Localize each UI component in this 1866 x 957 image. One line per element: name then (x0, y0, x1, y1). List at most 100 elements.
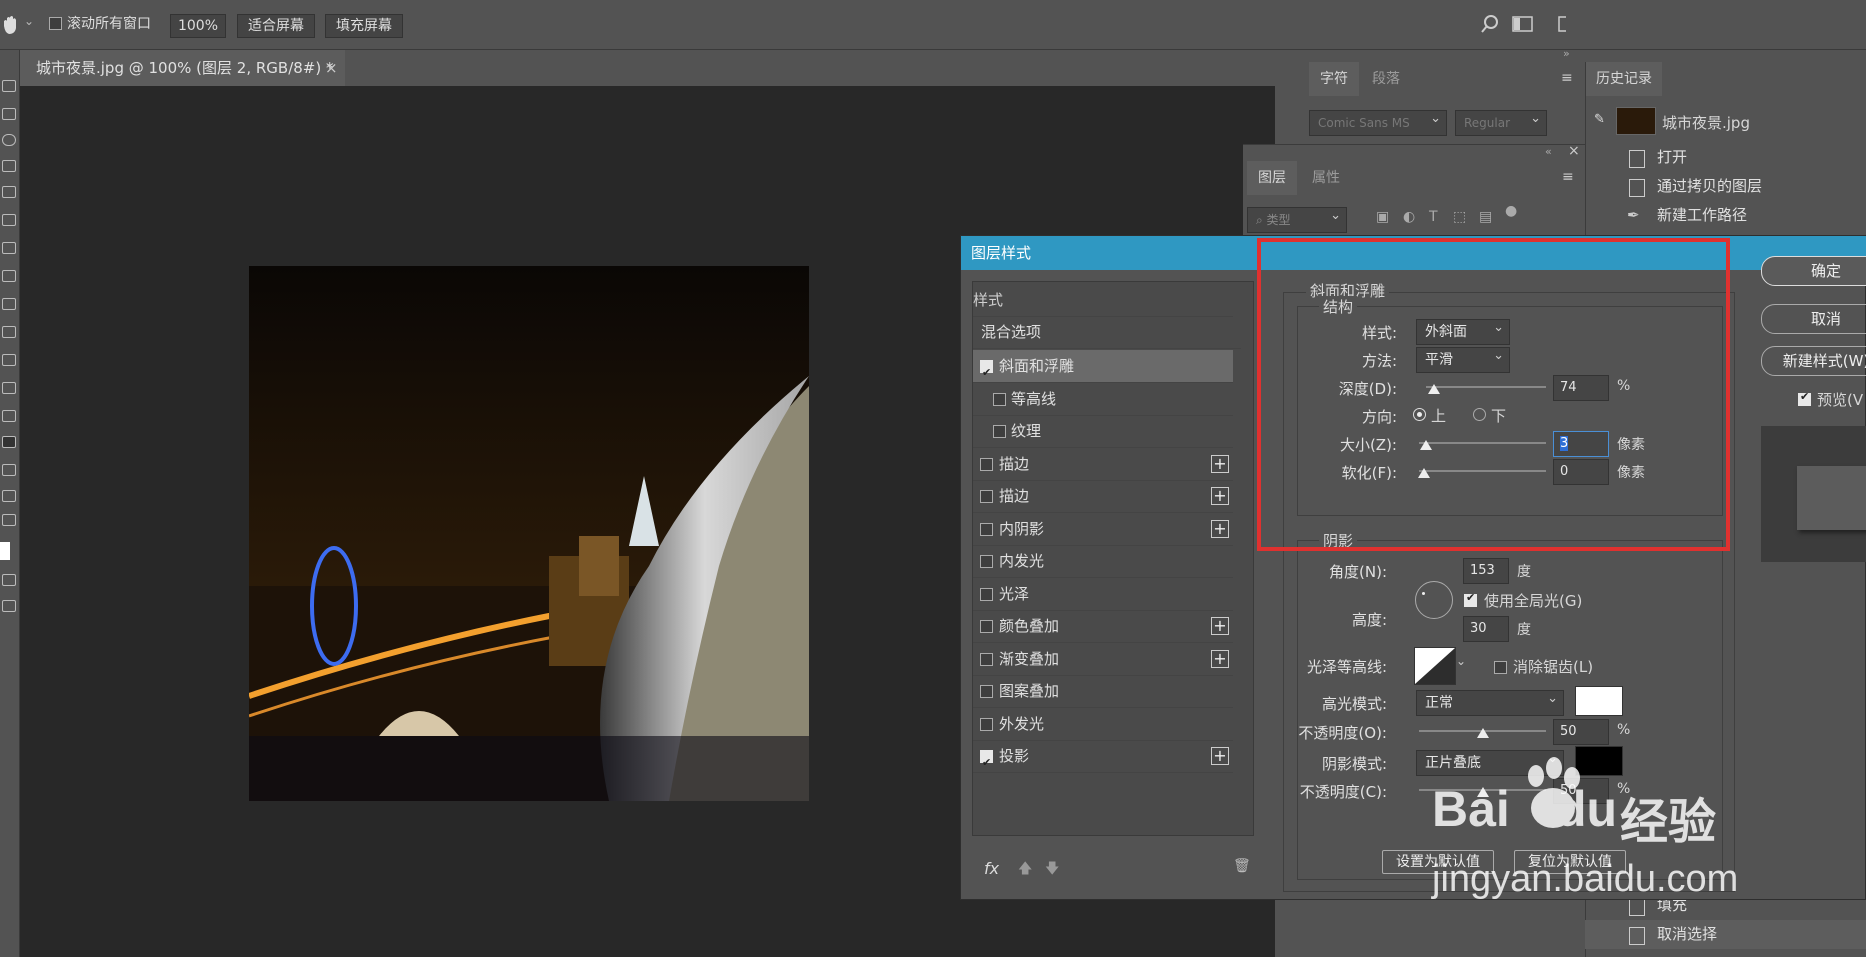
share-icon[interactable] (1558, 16, 1566, 32)
quick-select-tool-icon[interactable] (2, 160, 16, 172)
move-down-icon[interactable]: 🡇 (1045, 858, 1059, 882)
style-checkbox[interactable] (980, 685, 993, 698)
scroll-all-windows-checkbox[interactable] (49, 17, 62, 30)
type-filter-icon[interactable]: T (1429, 209, 1438, 225)
eyedropper-tool-icon[interactable] (2, 214, 16, 226)
style-item[interactable]: 外发光 (973, 708, 1233, 741)
new-style-button[interactable]: 新建样式(W) (1761, 346, 1866, 376)
style-item[interactable]: 斜面和浮雕 (973, 350, 1233, 389)
foreground-color-swatch[interactable] (0, 542, 10, 560)
blending-options-item[interactable]: 混合选项 (973, 316, 1241, 349)
image-filter-icon[interactable]: ▣ (1376, 209, 1389, 225)
style-checkbox[interactable] (980, 457, 993, 471)
style-checkbox[interactable] (980, 357, 993, 389)
gradient-tool-icon[interactable] (2, 382, 16, 394)
tool-preset-chevron-icon[interactable]: ⌄ (24, 14, 34, 28)
history-item[interactable]: ✒ 新建工作路径 (1585, 201, 1866, 230)
hand-tool-side-icon[interactable] (2, 514, 16, 526)
preview-checkbox[interactable] (1798, 390, 1811, 406)
add-style-instance-icon[interactable]: + (1211, 454, 1229, 473)
style-item[interactable]: 等高线 (973, 383, 1233, 416)
style-checkbox[interactable] (980, 522, 993, 536)
collapse-icon[interactable]: « (1545, 145, 1552, 158)
add-style-instance-icon[interactable]: + (1211, 519, 1229, 538)
tab-character[interactable]: 字符 (1309, 62, 1359, 96)
add-style-instance-icon[interactable]: + (1211, 617, 1229, 635)
style-checkbox[interactable] (980, 747, 993, 779)
style-item[interactable]: 纹理 (973, 415, 1233, 448)
marquee-tool-icon[interactable] (2, 108, 16, 120)
adjustment-filter-icon[interactable]: ◐ (1403, 209, 1415, 225)
style-checkbox[interactable] (980, 652, 993, 666)
font-family-select[interactable]: Comic Sans MS (1309, 107, 1447, 136)
search-icon[interactable] (1480, 14, 1500, 34)
close-tab-icon[interactable]: × (325, 50, 338, 86)
move-up-icon[interactable]: 🡅 (1018, 858, 1032, 882)
style-checkbox[interactable] (980, 620, 993, 633)
angle-input[interactable]: 153 (1463, 558, 1509, 584)
type-tool-icon[interactable] (2, 464, 16, 476)
style-checkbox[interactable] (980, 490, 993, 503)
gloss-contour-chevron-icon[interactable]: ⌄ (1456, 654, 1466, 668)
highlight-mode-select[interactable]: 正常 (1416, 687, 1564, 716)
font-style-select[interactable]: Regular (1455, 107, 1547, 136)
lasso-tool-icon[interactable] (2, 134, 16, 146)
add-style-instance-icon[interactable]: + (1211, 747, 1229, 765)
style-item[interactable]: 投影 + (973, 740, 1233, 779)
style-checkbox[interactable] (993, 392, 1006, 406)
filter-toggle-icon[interactable]: ● (1505, 203, 1517, 219)
move-tool-icon[interactable] (2, 80, 16, 92)
angle-dial[interactable] (1415, 581, 1453, 619)
healing-tool-icon[interactable] (2, 242, 16, 254)
history-brush-tool-icon[interactable] (2, 326, 16, 338)
history-item[interactable]: 打开 (1585, 143, 1866, 172)
style-checkbox[interactable] (980, 717, 993, 731)
add-style-instance-icon[interactable]: + (1211, 487, 1229, 505)
trash-icon[interactable]: 🗑 (1233, 858, 1251, 874)
style-item[interactable]: 图案叠加 (973, 675, 1233, 708)
tab-layers[interactable]: 图层 (1247, 161, 1297, 195)
style-item[interactable]: 颜色叠加 + (973, 610, 1233, 643)
screen-mode-icon[interactable] (2, 600, 16, 612)
smart-object-filter-icon[interactable]: ▤ (1479, 209, 1492, 225)
style-item[interactable]: 描边 + (973, 480, 1233, 513)
cancel-button[interactable]: 取消 (1761, 304, 1866, 334)
history-brush-source-icon[interactable]: ✎ (1594, 112, 1605, 127)
ok-button[interactable]: 确定 (1761, 256, 1866, 286)
workspace-icon[interactable] (1512, 16, 1534, 32)
document-tab[interactable]: 城市夜景.jpg @ 100% (图层 2, RGB/8#) * × (20, 50, 345, 86)
snapshot-thumbnail[interactable] (1616, 107, 1656, 135)
quick-mask-icon[interactable] (2, 574, 16, 586)
crop-tool-icon[interactable] (2, 186, 16, 198)
tab-paragraph[interactable]: 段落 (1361, 62, 1411, 96)
stamp-tool-icon[interactable] (2, 298, 16, 310)
tab-history[interactable]: 历史记录 (1586, 62, 1662, 96)
shape-tool-icon[interactable] (2, 490, 16, 502)
fx-button[interactable]: fx (984, 859, 999, 878)
gloss-contour-picker[interactable] (1414, 647, 1456, 685)
style-item[interactable]: 光泽 (973, 578, 1233, 611)
antialias-checkbox[interactable] (1494, 661, 1507, 674)
eraser-tool-icon[interactable] (2, 354, 16, 366)
style-item[interactable]: 描边 + (973, 448, 1233, 481)
style-item[interactable]: 内阴影 + (973, 513, 1233, 546)
fit-screen-button[interactable]: 适合屏幕 (237, 14, 315, 38)
style-item[interactable]: 内发光 (973, 545, 1233, 578)
history-item[interactable]: 通过拷贝的图层 (1585, 172, 1866, 201)
add-style-instance-icon[interactable]: + (1211, 649, 1229, 668)
collapse-panels-icon[interactable]: » (1563, 47, 1570, 60)
highlight-color-swatch[interactable] (1575, 686, 1623, 716)
global-light-checkbox[interactable] (1464, 591, 1477, 607)
shape-filter-icon[interactable]: ⬚ (1453, 209, 1466, 225)
close-panel-icon[interactable]: × (1568, 143, 1580, 159)
layer-filter-select[interactable]: ⌕ 类型 (1247, 204, 1347, 233)
highlight-opacity-input[interactable]: 50 (1553, 719, 1609, 745)
altitude-input[interactable]: 30 (1463, 616, 1509, 642)
style-checkbox[interactable] (993, 425, 1006, 438)
brush-tool-icon[interactable] (2, 270, 16, 282)
style-checkbox[interactable] (980, 587, 993, 601)
layers-menu-icon[interactable]: ≡ (1562, 169, 1574, 185)
path-select-tool-icon[interactable] (2, 436, 16, 448)
style-checkbox[interactable] (980, 555, 993, 568)
fill-screen-button[interactable]: 填充屏幕 (325, 14, 403, 38)
